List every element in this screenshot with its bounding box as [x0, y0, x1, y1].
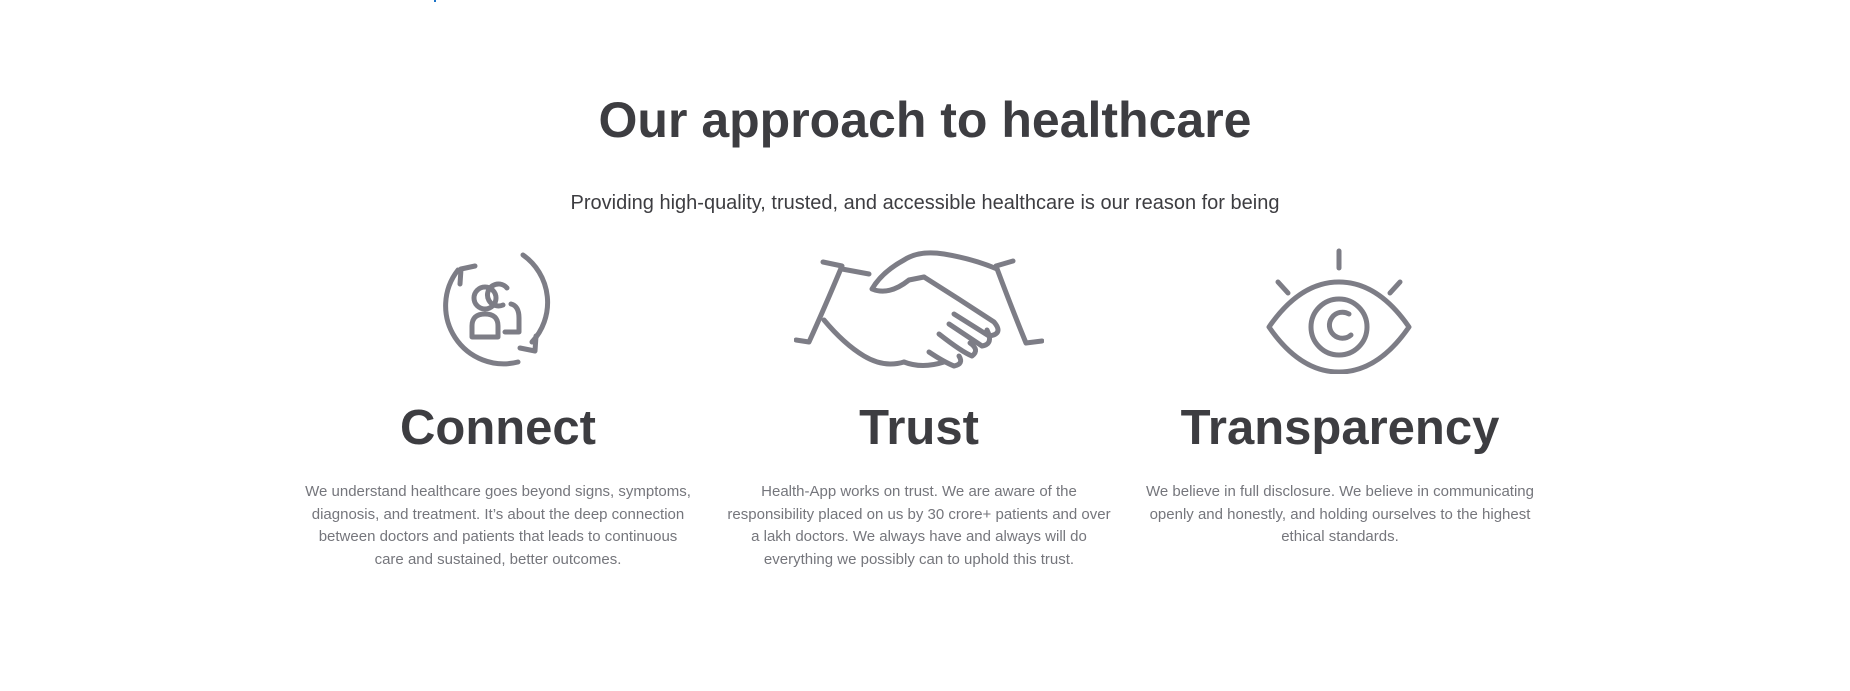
card-title: Transparency: [1180, 401, 1500, 455]
section-title: Our approach to healthcare: [598, 92, 1252, 148]
card-description: We understand healthcare goes beyond sig…: [305, 483, 691, 568]
connect-people-cycle-icon: [443, 252, 551, 367]
section-subtitle: Providing high-quality, trusted, and acc…: [570, 192, 1280, 214]
eye-icon: [1266, 248, 1412, 374]
card-title: Connect: [400, 401, 596, 455]
card-description: Health-App works on trust. We are aware …: [727, 483, 1111, 568]
card-title: Trust: [859, 401, 979, 455]
handshake-icon: [794, 250, 1044, 369]
card-description: We believe in full disclosure. We believ…: [1146, 483, 1534, 545]
top-accent-mark: [434, 0, 436, 2]
